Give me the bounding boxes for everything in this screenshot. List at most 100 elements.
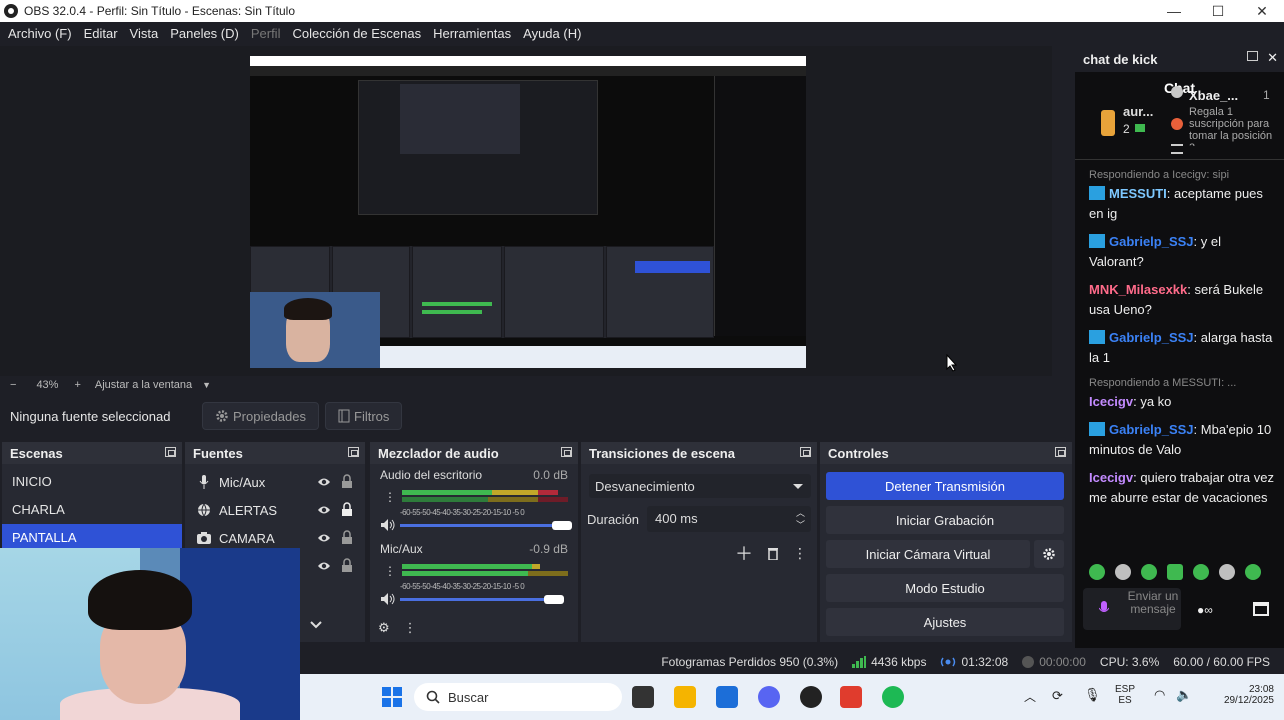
start-recording-button[interactable]: Iniciar Grabación [826, 506, 1064, 534]
filters-button[interactable]: Filtros [325, 402, 403, 430]
lock-icon[interactable] [341, 558, 353, 573]
emote-icon[interactable] [1089, 564, 1105, 580]
menu-archivo[interactable]: Archivo (F) [2, 22, 78, 46]
discord-icon[interactable] [758, 686, 780, 708]
close-icon[interactable]: ✕ [1267, 50, 1278, 66]
microphone-icon[interactable] [1099, 601, 1109, 617]
emote-icon[interactable] [1167, 564, 1183, 580]
transition-select[interactable]: Desvanecimiento [589, 474, 811, 498]
speaker-icon[interactable] [380, 518, 396, 535]
wifi-icon[interactable]: ◠ [1154, 687, 1165, 703]
add-transition-icon[interactable]: ＋ [735, 540, 753, 566]
source-item-mic[interactable]: Mic/Aux [185, 468, 365, 496]
channel-menu-icon[interactable]: ⋮ [384, 564, 396, 578]
mixer-menu-icon[interactable]: ⋮ [404, 620, 417, 636]
chat-input[interactable]: Enviar un mensaje [1083, 588, 1181, 630]
sync-icon[interactable]: ⟳ [1052, 688, 1063, 704]
preview-canvas[interactable] [250, 56, 806, 368]
transitions-header: Transiciones de escena [581, 442, 817, 464]
volume-icon[interactable]: 🔈 [1176, 687, 1192, 703]
gift-box-icon[interactable] [1253, 602, 1269, 616]
emote-icon[interactable] [1115, 564, 1131, 580]
store-icon[interactable] [716, 686, 738, 708]
chat-username[interactable]: MNK_Milasexkk [1089, 282, 1187, 297]
dropped-frames: Fotogramas Perdidos 950 (0.3%) [661, 655, 839, 669]
expand-icon[interactable] [1171, 144, 1183, 154]
zoom-in-button[interactable]: + [74, 379, 80, 391]
minimize-button[interactable]: — [1152, 0, 1196, 22]
chevron-down-icon[interactable] [309, 618, 323, 633]
menu-perfil[interactable]: Perfil [245, 22, 287, 46]
clock[interactable]: 23:08 29/12/2025 [1208, 684, 1274, 706]
transition-menu-icon[interactable]: ⋮ [793, 545, 807, 562]
menu-editar[interactable]: Editar [78, 22, 124, 46]
undock-icon[interactable] [348, 447, 359, 457]
close-window-button[interactable]: ✕ [1240, 0, 1284, 22]
studio-mode-button[interactable]: Modo Estudio [826, 574, 1064, 602]
eye-icon[interactable] [317, 503, 331, 517]
chevron-down-icon[interactable]: ﹀ [796, 512, 805, 538]
menu-vista[interactable]: Vista [124, 22, 165, 46]
mixer-advanced-icon[interactable]: ⚙ [378, 620, 390, 636]
zoom-out-button[interactable]: − [10, 379, 16, 391]
zoom-fit-label[interactable]: Ajustar a la ventana [95, 379, 192, 391]
file-explorer-icon[interactable] [674, 686, 696, 708]
brave-icon[interactable] [840, 686, 862, 708]
lock-icon[interactable] [341, 502, 353, 517]
channel-menu-icon[interactable]: ⋮ [384, 490, 396, 504]
lock-icon[interactable] [341, 474, 353, 489]
settings-button[interactable]: Ajustes [826, 608, 1064, 636]
undock-icon[interactable] [165, 447, 176, 457]
task-view-icon[interactable] [632, 686, 654, 708]
volume-slider[interactable] [400, 598, 560, 601]
source-item-alertas[interactable]: ALERTAS [185, 496, 365, 524]
undock-icon[interactable] [1247, 51, 1258, 61]
volume-slider[interactable] [400, 524, 560, 527]
scene-item-charla[interactable]: CHARLA [2, 496, 182, 524]
stop-stream-button[interactable]: Detener Transmisión [826, 472, 1064, 500]
obs-taskbar-icon[interactable] [800, 686, 822, 708]
chat-tools-icon[interactable]: ●∞ [1197, 603, 1213, 617]
chat-username[interactable]: Gabrielp_SSJ [1109, 234, 1194, 249]
menu-coleccion-escenas[interactable]: Colección de Escenas [286, 22, 427, 46]
properties-button[interactable]: Propiedades [202, 402, 319, 430]
chat-username[interactable]: Gabrielp_SSJ [1109, 422, 1194, 437]
menu-ayuda[interactable]: Ayuda (H) [517, 22, 587, 46]
no-source-label: Ninguna fuente seleccionad [10, 408, 171, 424]
chat-username[interactable]: Gabrielp_SSJ [1109, 330, 1194, 345]
undock-icon[interactable] [800, 447, 811, 457]
language-indicator[interactable]: ESP ES [1112, 684, 1138, 706]
zoom-dropdown-icon[interactable]: ▼ [202, 380, 211, 390]
lock-icon[interactable] [341, 530, 353, 545]
spotify-icon[interactable] [882, 686, 904, 708]
emote-icon[interactable] [1193, 564, 1209, 580]
duration-input[interactable]: 400 ms ︿ ﹀ [647, 506, 811, 532]
taskbar-search[interactable]: Buscar [414, 683, 622, 711]
emote-icon[interactable] [1141, 564, 1157, 580]
virtual-camera-button[interactable]: Iniciar Cámara Virtual [826, 540, 1030, 568]
preview-area[interactable] [0, 46, 1052, 376]
emote-icon[interactable] [1245, 564, 1261, 580]
virtual-camera-settings-button[interactable] [1034, 540, 1064, 568]
chat-username[interactable]: Icecigv [1089, 394, 1133, 409]
maximize-button[interactable]: ☐ [1196, 0, 1240, 22]
menu-paneles[interactable]: Paneles (D) [164, 22, 245, 46]
eye-icon[interactable] [317, 531, 331, 545]
microphone-icon[interactable]: 🎙 [1084, 687, 1101, 703]
emote-icon[interactable] [1219, 564, 1235, 580]
undock-icon[interactable] [1055, 447, 1066, 457]
menu-herramientas[interactable]: Herramientas [427, 22, 517, 46]
volume-slider-knob[interactable] [544, 595, 564, 604]
windows-start-icon[interactable] [382, 687, 402, 707]
chat-username[interactable]: MESSUTI [1109, 186, 1167, 201]
undock-icon[interactable] [561, 447, 572, 457]
kick-chat-dock: chat de kick ✕ Chat aur... 2 Xbae_... 1 … [1075, 46, 1284, 648]
speaker-icon[interactable] [380, 592, 396, 609]
eye-icon[interactable] [317, 475, 331, 489]
scene-item-inicio[interactable]: INICIO [2, 468, 182, 496]
trash-icon[interactable] [767, 546, 779, 560]
volume-slider-knob[interactable] [552, 521, 572, 530]
eye-icon[interactable] [317, 559, 331, 573]
chat-username[interactable]: Icecigv [1089, 470, 1133, 485]
chevron-up-icon[interactable]: ︿ [1024, 688, 1036, 705]
